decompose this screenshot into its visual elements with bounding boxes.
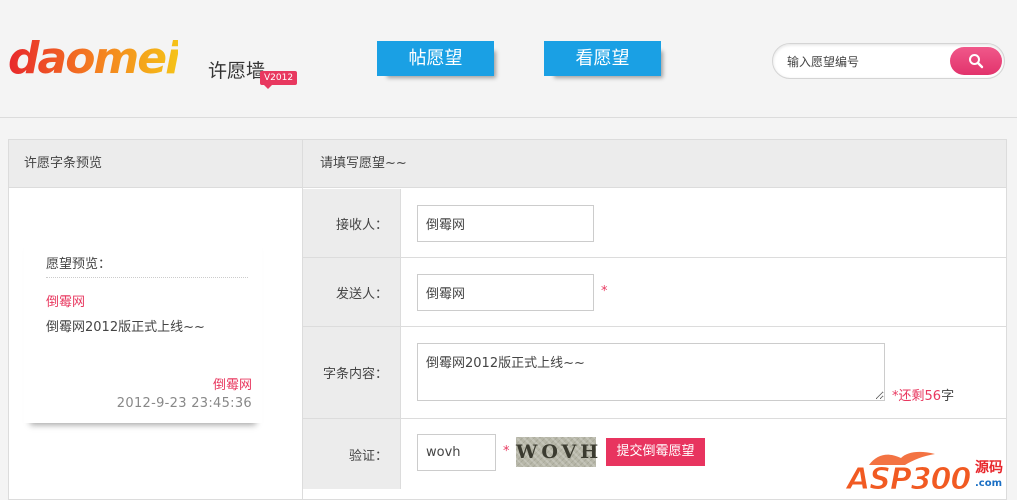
logo[interactable]: daomei 许愿墙 V2012	[8, 33, 298, 89]
version-badge: V2012	[260, 71, 298, 89]
header: daomei 许愿墙 V2012 帖愿望 看愿望	[0, 0, 1017, 118]
captcha-required-mark: *	[503, 444, 510, 459]
form-column: 请填写愿望~~ 接收人： 发送人： * 字条内容： 倒霉网2012版正式上线~~…	[303, 140, 1006, 499]
verify-label: 验证：	[303, 419, 401, 489]
remain-prefix: *还剩	[892, 389, 925, 404]
post-wish-button[interactable]: 帖愿望	[377, 41, 494, 76]
watermark-side: 源码 .com	[975, 460, 1017, 492]
view-wish-button[interactable]: 看愿望	[544, 41, 661, 76]
preview-sender: 倒霉网	[212, 378, 252, 393]
search-input[interactable]	[787, 52, 947, 72]
form-heading: 请填写愿望~~	[303, 140, 1006, 188]
remain-suffix: 字	[941, 389, 955, 404]
sender-input[interactable]	[417, 274, 594, 311]
logo-wordmark: daomei	[8, 33, 180, 84]
watermark-side-bottom: .com	[975, 478, 1003, 489]
remaining-chars: *还剩56字	[892, 385, 954, 404]
search-box	[772, 43, 1005, 79]
preview-heading: 许愿字条预览	[9, 140, 302, 188]
logo-subtitle: 许愿墙	[208, 60, 266, 82]
preview-label: 愿望预览：	[46, 253, 248, 278]
recipient-row: 接收人：	[303, 189, 1006, 258]
captcha-input[interactable]	[417, 434, 496, 471]
watermark-side-top: 源码	[975, 460, 1003, 476]
content-textarea[interactable]: 倒霉网2012版正式上线~~	[417, 343, 885, 401]
watermark-text: ASP300	[846, 462, 971, 498]
preview-column: 许愿字条预览 愿望预览： 倒霉网 倒霉网2012版正式上线~~ 倒霉网 2012…	[9, 140, 303, 499]
submit-wish-button[interactable]: 提交倒霉愿望	[606, 438, 705, 466]
content-row: 字条内容： 倒霉网2012版正式上线~~ *还剩56字	[303, 327, 1006, 419]
remain-count: 56	[924, 389, 942, 404]
preview-recipient: 倒霉网	[46, 295, 86, 310]
captcha-image[interactable]: WOVH	[516, 437, 598, 467]
main-panel: 许愿字条预览 愿望预览： 倒霉网 倒霉网2012版正式上线~~ 倒霉网 2012…	[8, 139, 1007, 500]
sender-row: 发送人： *	[303, 258, 1006, 327]
wish-note-preview: 愿望预览： 倒霉网 倒霉网2012版正式上线~~ 倒霉网 2012-9-23 2…	[24, 235, 262, 423]
search-button[interactable]	[950, 47, 1002, 75]
watermark-logo: ASP300 源码 .com	[846, 448, 1017, 500]
recipient-input[interactable]	[417, 205, 594, 242]
recipient-label: 接收人：	[303, 189, 401, 257]
content-label: 字条内容：	[303, 327, 401, 418]
required-mark: *	[601, 284, 608, 299]
preview-content: 倒霉网2012版正式上线~~	[46, 320, 205, 335]
search-icon	[969, 54, 984, 69]
preview-time: 2012-9-23 23:45:36	[116, 396, 252, 411]
sender-label: 发送人：	[303, 258, 401, 326]
